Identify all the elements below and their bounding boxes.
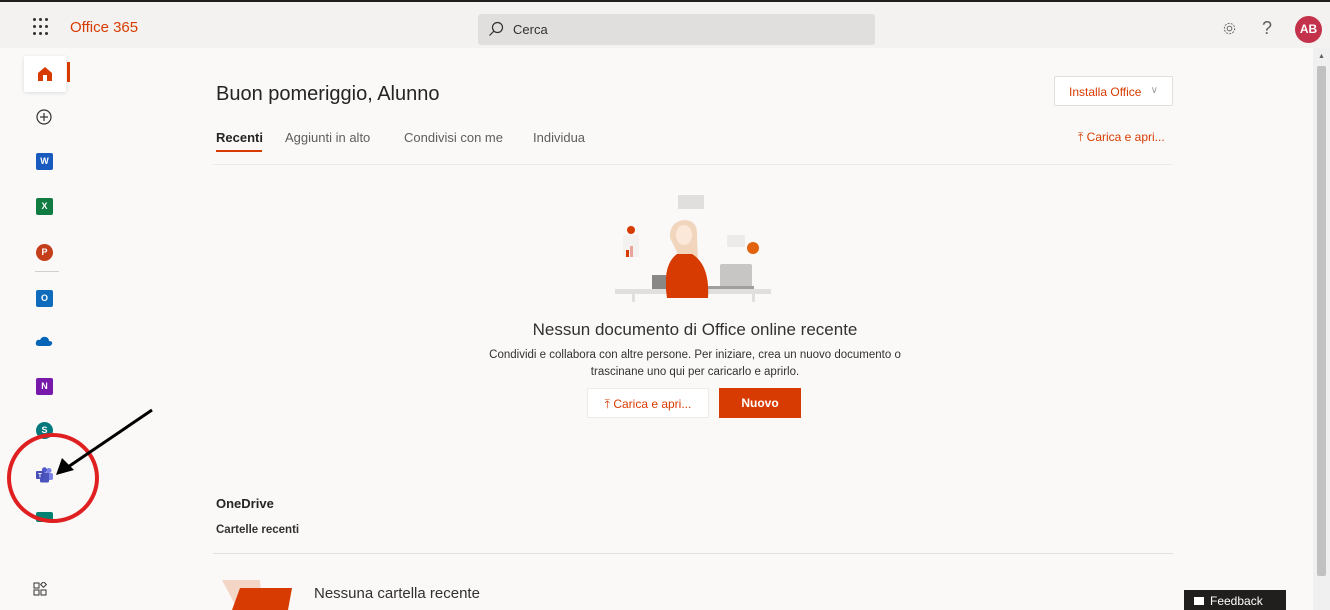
rail-divider <box>35 271 59 272</box>
upload-open-button-label: Carica e apri... <box>613 397 692 411</box>
tab-recenti[interactable]: Recenti <box>216 130 263 145</box>
recent-folders-title: Cartelle recenti <box>216 524 300 536</box>
excel-icon[interactable]: X <box>36 198 53 215</box>
search-icon <box>489 21 504 36</box>
search-placeholder: Cerca <box>513 22 548 37</box>
onenote-icon[interactable]: N <box>36 378 53 395</box>
empty-state-description: Condividi e collabora con altre persone.… <box>489 349 901 378</box>
chevron-down-icon: ∨ <box>1150 85 1158 96</box>
outlook-icon[interactable]: O <box>36 290 53 307</box>
sway-icon[interactable] <box>36 512 53 522</box>
active-indicator <box>67 62 70 82</box>
feedback-button[interactable]: Feedback <box>1184 590 1286 610</box>
active-tab-underline <box>216 150 262 152</box>
avatar[interactable]: AB <box>1295 16 1322 43</box>
scroll-up-icon[interactable]: ▲ <box>1318 53 1325 60</box>
no-recent-folders: Nessuna cartella recente <box>314 585 480 602</box>
top-bar: Office 365 Cerca ? AB <box>0 0 1330 48</box>
divider <box>213 164 1173 165</box>
empty-state-illustration <box>615 195 771 302</box>
word-icon[interactable]: W <box>36 153 53 170</box>
app-rail <box>0 48 72 610</box>
onedrive-section-title: OneDrive <box>216 496 274 511</box>
page-title: Buon pomeriggio, Alunno <box>216 83 440 105</box>
feedback-icon <box>1194 597 1204 605</box>
scrollbar[interactable]: ▲ <box>1313 48 1330 610</box>
annotation-arrow-shaft <box>67 408 153 469</box>
tab-individua[interactable]: Individua <box>533 130 585 145</box>
upload-icon: ⤒ <box>604 397 610 411</box>
upload-icon: ⤒ <box>1078 130 1084 144</box>
install-office-button[interactable]: Installa Office ∨ <box>1054 76 1173 106</box>
folder-illustration <box>222 580 292 610</box>
feedback-label: Feedback <box>1210 594 1263 608</box>
svg-text:T: T <box>38 474 42 480</box>
upload-open-link[interactable]: ⤒ Carica e apri... <box>1078 130 1165 145</box>
upload-open-button[interactable]: ⤒ Carica e apri... <box>587 388 709 418</box>
powerpoint-icon[interactable]: P <box>36 244 53 261</box>
tab-aggiunti-in-alto[interactable]: Aggiunti in alto <box>285 130 370 145</box>
office-365-brand[interactable]: Office 365 <box>70 19 138 36</box>
all-apps-icon[interactable] <box>33 582 48 597</box>
waffle-icon[interactable] <box>33 18 51 36</box>
gear-icon[interactable] <box>1222 21 1237 36</box>
sharepoint-icon[interactable]: S <box>36 422 53 439</box>
teams-icon[interactable]: T <box>36 467 54 483</box>
empty-state-title: Nessun documento di Office online recent… <box>532 320 858 339</box>
onedrive-icon[interactable] <box>35 335 53 347</box>
rail-item-home[interactable] <box>24 56 66 92</box>
help-icon[interactable]: ? <box>1262 18 1272 39</box>
install-office-label: Installa Office <box>1069 85 1142 99</box>
new-button[interactable]: Nuovo <box>719 388 801 418</box>
upload-open-label: Carica e apri... <box>1086 130 1165 144</box>
tab-condivisi-con-me[interactable]: Condivisi con me <box>404 130 503 145</box>
plus-circle-icon[interactable] <box>36 109 52 125</box>
home-icon <box>38 67 52 81</box>
search-box[interactable]: Cerca <box>478 14 875 45</box>
divider <box>213 553 1173 554</box>
scrollbar-thumb[interactable] <box>1317 66 1326 576</box>
